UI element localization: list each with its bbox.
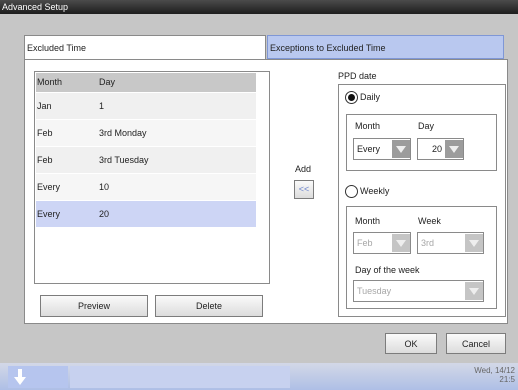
daily-radio[interactable] <box>345 91 358 104</box>
table-row[interactable]: Feb 3rd Tuesday <box>36 147 256 174</box>
table-row[interactable]: Every 10 <box>36 174 256 201</box>
cell-month: Every <box>37 209 61 219</box>
start-button[interactable] <box>8 366 68 388</box>
clock-time: 21:5 <box>499 375 515 384</box>
add-label: Add <box>295 164 312 174</box>
table-row-selected[interactable]: Every 20 <box>36 201 256 228</box>
day-of-week-label: Day of the week <box>355 265 420 275</box>
daily-month-dropdown[interactable]: Every <box>353 138 411 160</box>
dropdown-arrow-icon <box>392 234 410 252</box>
table-header: Month Day <box>36 73 256 92</box>
ppd-date-label: PPD date <box>338 71 377 81</box>
cell-day: 1 <box>99 101 105 111</box>
column-header-day[interactable]: Day <box>99 73 115 92</box>
cell-month: Feb <box>37 128 53 138</box>
dropdown-arrow-icon <box>392 140 410 158</box>
cell-month: Jan <box>37 101 52 111</box>
weekly-week-dropdown[interactable]: 3rd <box>417 232 484 254</box>
ok-button[interactable]: OK <box>385 333 437 354</box>
table-row[interactable]: Jan 1 <box>36 93 256 120</box>
cell-month: Feb <box>37 155 53 165</box>
taskbar-window-button[interactable] <box>70 366 290 388</box>
weekly-week-label: Week <box>418 216 441 226</box>
clock: Wed, 14/12 21:5 <box>455 366 515 384</box>
preview-button[interactable]: Preview <box>40 295 148 317</box>
delete-button[interactable]: Delete <box>155 295 263 317</box>
tab-exceptions-to-excluded-time[interactable]: Exceptions to Excluded Time <box>267 35 504 59</box>
daily-day-dropdown[interactable]: 20 <box>417 138 464 160</box>
table-row[interactable]: Feb 3rd Monday <box>36 120 256 147</box>
cell-day: 3rd Monday <box>99 128 147 138</box>
weekly-label: Weekly <box>360 186 390 196</box>
column-header-month[interactable]: Month <box>36 73 62 92</box>
cell-day: 10 <box>99 182 110 192</box>
add-button[interactable]: << <box>294 180 314 199</box>
cell-day: 20 <box>99 209 110 219</box>
radio-selected-icon <box>348 94 355 101</box>
dropdown-arrow-icon <box>445 140 463 158</box>
cancel-button[interactable]: Cancel <box>446 333 506 354</box>
daily-day-value: 20 <box>432 144 443 154</box>
weekly-month-value: Feb <box>357 238 373 248</box>
weekly-radio[interactable] <box>345 185 358 198</box>
weekly-week-value: 3rd <box>421 238 435 248</box>
dropdown-arrow-icon <box>465 282 483 300</box>
cell-month: Every <box>37 182 61 192</box>
day-of-week-dropdown[interactable]: Tuesday <box>353 280 484 302</box>
weekly-month-dropdown[interactable]: Feb <box>353 232 411 254</box>
tab-excluded-time[interactable]: Excluded Time <box>24 35 266 59</box>
daily-month-label: Month <box>355 121 381 131</box>
clock-date: Wed, 14/12 <box>474 366 515 375</box>
daily-month-value: Every <box>357 144 381 154</box>
dropdown-arrow-icon <box>465 234 483 252</box>
daily-day-label: Day <box>418 121 435 131</box>
weekly-month-label: Month <box>355 216 381 226</box>
day-of-week-value: Tuesday <box>357 286 392 296</box>
window-title: Advanced Setup <box>0 0 518 14</box>
start-arrow-icon <box>14 369 26 385</box>
cell-day: 3rd Tuesday <box>99 155 149 165</box>
daily-label: Daily <box>360 92 381 102</box>
